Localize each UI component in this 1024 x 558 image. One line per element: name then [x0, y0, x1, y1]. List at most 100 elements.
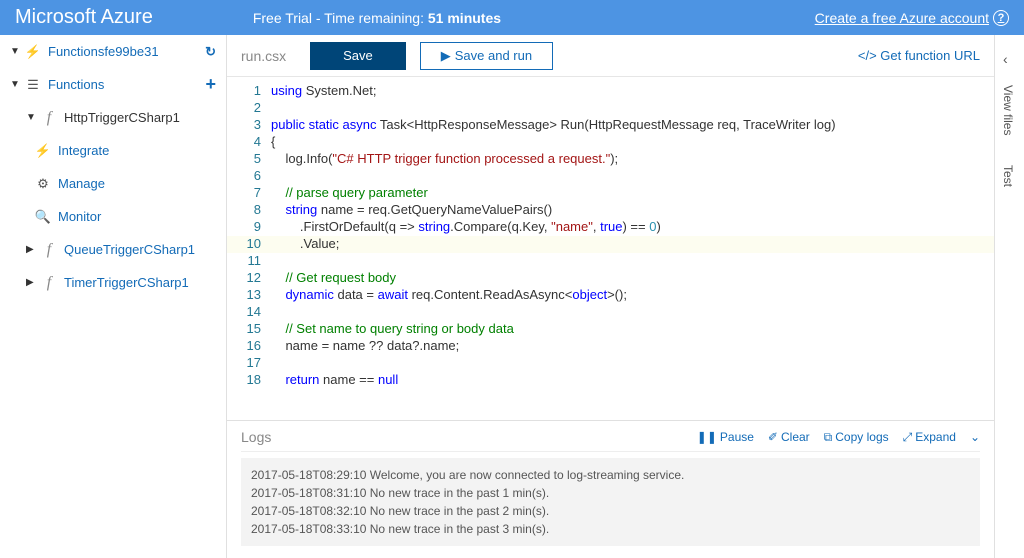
code-content: public static async Task<HttpResponseMes… — [271, 117, 836, 134]
log-line: 2017-05-18T08:31:10 No new trace in the … — [251, 484, 970, 502]
brand-logo: Microsoft Azure — [15, 6, 153, 29]
editor-line[interactable]: 3public static async Task<HttpResponseMe… — [227, 117, 994, 134]
log-line: 2017-05-18T08:33:10 No new trace in the … — [251, 520, 970, 538]
pause-icon: ❚❚ — [697, 430, 717, 444]
sidebar-item-function[interactable]: ▶ f TimerTriggerCSharp1 — [0, 266, 226, 299]
eraser-icon: ✐ — [768, 430, 778, 444]
sidebar-app-root[interactable]: ▼ ⚡ Functionsfe99be31 ↻ — [0, 35, 226, 68]
sidebar-item-manage[interactable]: ⚙Manage — [0, 167, 226, 200]
line-number: 9 — [227, 219, 271, 236]
editor-line[interactable]: 4{ — [227, 134, 994, 151]
line-number: 8 — [227, 202, 271, 219]
help-icon: ? — [993, 10, 1009, 26]
tab-test[interactable]: Test — [1001, 165, 1015, 187]
add-function-button[interactable]: + — [205, 74, 216, 95]
refresh-button[interactable]: ↻ — [205, 44, 216, 60]
chevron-down-icon[interactable]: ⌄ — [970, 430, 980, 444]
code-content: .Value; — [271, 236, 339, 253]
caret-right-icon: ▶ — [26, 277, 36, 288]
line-number: 12 — [227, 270, 271, 287]
code-editor[interactable]: 1using System.Net;23public static async … — [227, 77, 994, 420]
sidebar-item-label: QueueTriggerCSharp1 — [64, 242, 195, 257]
logs-copy-button[interactable]: ⧉Copy logs — [824, 430, 889, 445]
logs-panel: Logs ❚❚Pause ✐Clear ⧉Copy logs ⤢Expand ⌄… — [227, 420, 994, 558]
topbar: Microsoft Azure Free Trial - Time remain… — [0, 0, 1024, 35]
code-content: log.Info("C# HTTP trigger function proce… — [271, 151, 618, 168]
caret-down-icon: ▼ — [26, 112, 36, 123]
line-number: 3 — [227, 117, 271, 134]
editor-line[interactable]: 9 .FirstOrDefault(q => string.Compare(q.… — [227, 219, 994, 236]
logs-clear-button[interactable]: ✐Clear — [768, 430, 810, 444]
sidebar-item-function[interactable]: ▶fQueueTriggerCSharp1 — [0, 233, 226, 266]
line-number: 5 — [227, 151, 271, 168]
expand-icon: ⤢ — [903, 430, 913, 445]
copy-icon: ⧉ — [824, 430, 833, 445]
filename-label: run.csx — [241, 48, 286, 64]
editor-line[interactable]: 15 // Set name to query string or body d… — [227, 321, 994, 338]
line-number: 11 — [227, 253, 271, 270]
editor-line[interactable]: 14 — [227, 304, 994, 321]
editor-line[interactable]: 1using System.Net; — [227, 83, 994, 100]
editor-line[interactable]: 17 — [227, 355, 994, 372]
editor-line[interactable]: 12 // Get request body — [227, 270, 994, 287]
line-number: 13 — [227, 287, 271, 304]
save-button[interactable]: Save — [310, 42, 406, 70]
sidebar-item-label: Monitor — [58, 209, 101, 224]
tab-view-files[interactable]: View files — [1001, 85, 1015, 135]
editor-line[interactable]: 18 return name == null — [227, 372, 994, 389]
logs-expand-button[interactable]: ⤢Expand — [903, 430, 956, 445]
editor-line[interactable]: 13 dynamic data = await req.Content.Read… — [227, 287, 994, 304]
sidebar-item-monitor[interactable]: 🔍Monitor — [0, 200, 226, 233]
sidebar-functions-group[interactable]: ▼ ☰ Functions + — [0, 68, 226, 101]
sidebar: ▼ ⚡ Functionsfe99be31 ↻ ▼ ☰ Functions + … — [0, 35, 227, 558]
log-line: 2017-05-18T08:29:10 Welcome, you are now… — [251, 466, 970, 484]
get-function-url-link[interactable]: </> Get function URL — [858, 48, 980, 63]
play-icon: ▶ — [441, 48, 451, 64]
code-content: // Get request body — [271, 270, 396, 287]
sidebar-item-label: TimerTriggerCSharp1 — [64, 275, 189, 290]
editor-line[interactable]: 10 .Value; — [227, 236, 994, 253]
code-content: { — [271, 134, 275, 151]
code-content: dynamic data = await req.Content.ReadAsA… — [271, 287, 627, 304]
line-number: 1 — [227, 83, 271, 100]
line-number: 10 — [227, 236, 271, 253]
caret-down-icon: ▼ — [10, 79, 20, 90]
right-sidebar: ‹ View files Test — [994, 35, 1024, 558]
sidebar-item-label: Integrate — [58, 143, 109, 158]
sidebar-app-label: Functionsfe99be31 — [48, 44, 159, 59]
sidebar-item-function[interactable]: ▼ f HttpTriggerCSharp1 — [0, 101, 226, 134]
logs-pause-button[interactable]: ❚❚Pause — [697, 430, 754, 444]
line-number: 14 — [227, 304, 271, 321]
code-content: // Set name to query string or body data — [271, 321, 514, 338]
code-content: // parse query parameter — [271, 185, 428, 202]
function-icon: f — [40, 274, 58, 292]
code-content: name = name ?? data?.name; — [271, 338, 459, 355]
code-content: return name == null — [271, 372, 398, 389]
sidebar-item-integrate[interactable]: ⚡ Integrate — [0, 134, 226, 167]
line-number: 15 — [227, 321, 271, 338]
editor-line[interactable]: 7 // parse query parameter — [227, 185, 994, 202]
line-number: 17 — [227, 355, 271, 372]
sidebar-item-label: Manage — [58, 176, 105, 191]
log-line: 2017-05-18T08:32:10 No new trace in the … — [251, 502, 970, 520]
main-panel: run.csx Save ▶ Save and run </> Get func… — [227, 35, 994, 558]
editor-line[interactable]: 11 — [227, 253, 994, 270]
line-number: 7 — [227, 185, 271, 202]
chevron-left-icon[interactable]: ‹ — [1003, 51, 1008, 67]
editor-line[interactable]: 16 name = name ?? data?.name; — [227, 338, 994, 355]
editor-line[interactable]: 6 — [227, 168, 994, 185]
editor-line[interactable]: 5 log.Info("C# HTTP trigger function pro… — [227, 151, 994, 168]
line-number: 6 — [227, 168, 271, 185]
bolt-icon: ⚡ — [34, 143, 52, 159]
editor-line[interactable]: 2 — [227, 100, 994, 117]
list-icon: ☰ — [24, 77, 42, 93]
create-account-link[interactable]: Create a free Azure account ? — [815, 10, 1009, 26]
function-icon: f — [40, 109, 58, 127]
save-and-run-button[interactable]: ▶ Save and run — [420, 42, 553, 70]
editor-line[interactable]: 8 string name = req.GetQueryNameValuePai… — [227, 202, 994, 219]
sidebar-item-label: HttpTriggerCSharp1 — [64, 110, 180, 125]
line-number: 2 — [227, 100, 271, 117]
code-content: using System.Net; — [271, 83, 377, 100]
line-number: 4 — [227, 134, 271, 151]
code-content: string name = req.GetQueryNameValuePairs… — [271, 202, 552, 219]
